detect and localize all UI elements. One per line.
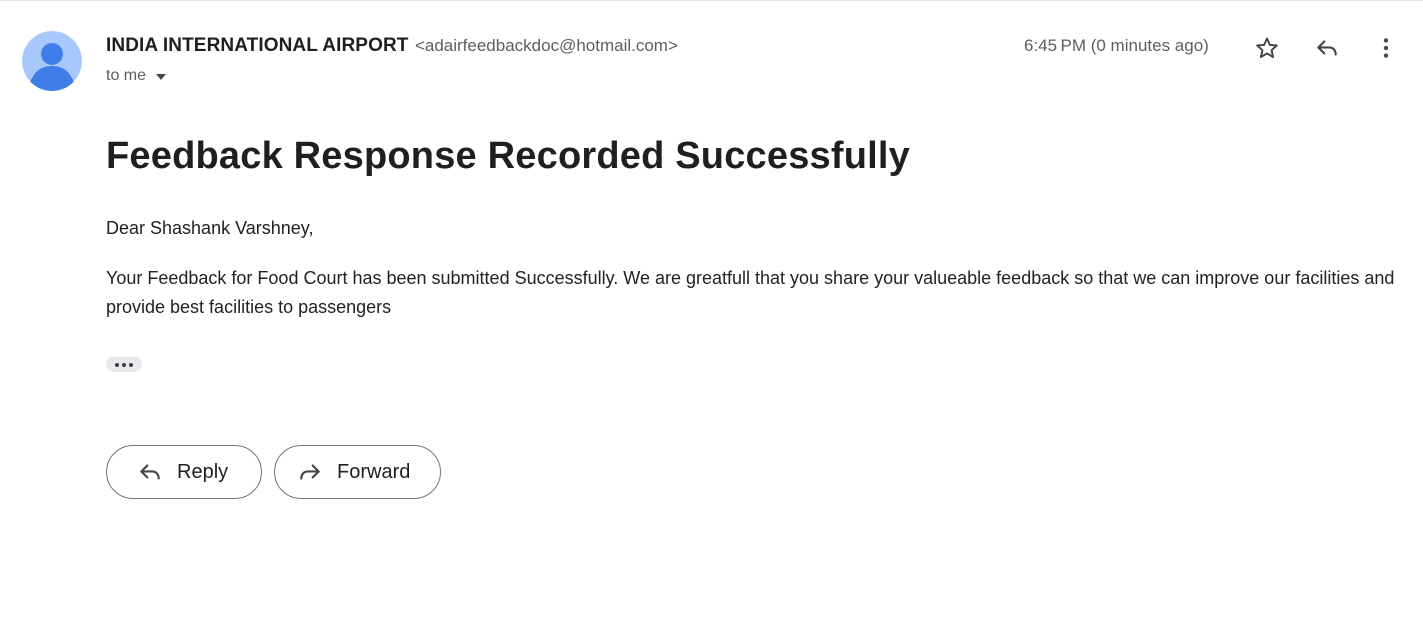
forward-icon — [297, 459, 323, 485]
recipient-label: to me — [106, 67, 147, 84]
recipient-details-toggle[interactable]: to me — [106, 67, 167, 85]
ellipsis-icon — [122, 362, 126, 367]
sender-line: INDIA INTERNATIONAL AIRPORT <adairfeedba… — [106, 35, 678, 57]
show-trimmed-content-button[interactable] — [106, 357, 142, 372]
message-timestamp: 6:45 PM (0 minutes ago) — [1024, 36, 1209, 55]
sender-avatar[interactable] — [22, 31, 82, 91]
sender-name[interactable]: INDIA INTERNATIONAL AIRPORT — [106, 35, 408, 56]
reply-icon — [137, 459, 163, 485]
forward-button-label: Forward — [337, 460, 411, 483]
reply-button[interactable]: Reply — [106, 445, 262, 499]
forward-button[interactable]: Forward — [274, 445, 441, 499]
reply-icon-button[interactable] — [1309, 30, 1345, 66]
star-button[interactable] — [1249, 30, 1285, 66]
star-icon — [1256, 37, 1278, 58]
email-body: Your Feedback for Food Court has been su… — [106, 268, 1395, 317]
caret-down-icon — [156, 74, 167, 80]
more-vert-icon — [1383, 38, 1389, 58]
email-subject: Feedback Response Recorded Successfully — [106, 135, 911, 177]
email-view: INDIA INTERNATIONAL AIRPORT <adairfeedba… — [0, 0, 1423, 630]
ellipsis-icon — [129, 362, 133, 367]
more-options-button[interactable] — [1368, 30, 1404, 66]
sender-email: <adairfeedbackdoc@hotmail.com> — [414, 36, 678, 55]
ellipsis-icon — [115, 362, 119, 367]
default-avatar-icon — [22, 31, 82, 91]
reply-icon — [1317, 40, 1337, 56]
email-greeting: Dear Shashank Varshney, — [106, 218, 314, 238]
reply-button-label: Reply — [177, 460, 229, 483]
